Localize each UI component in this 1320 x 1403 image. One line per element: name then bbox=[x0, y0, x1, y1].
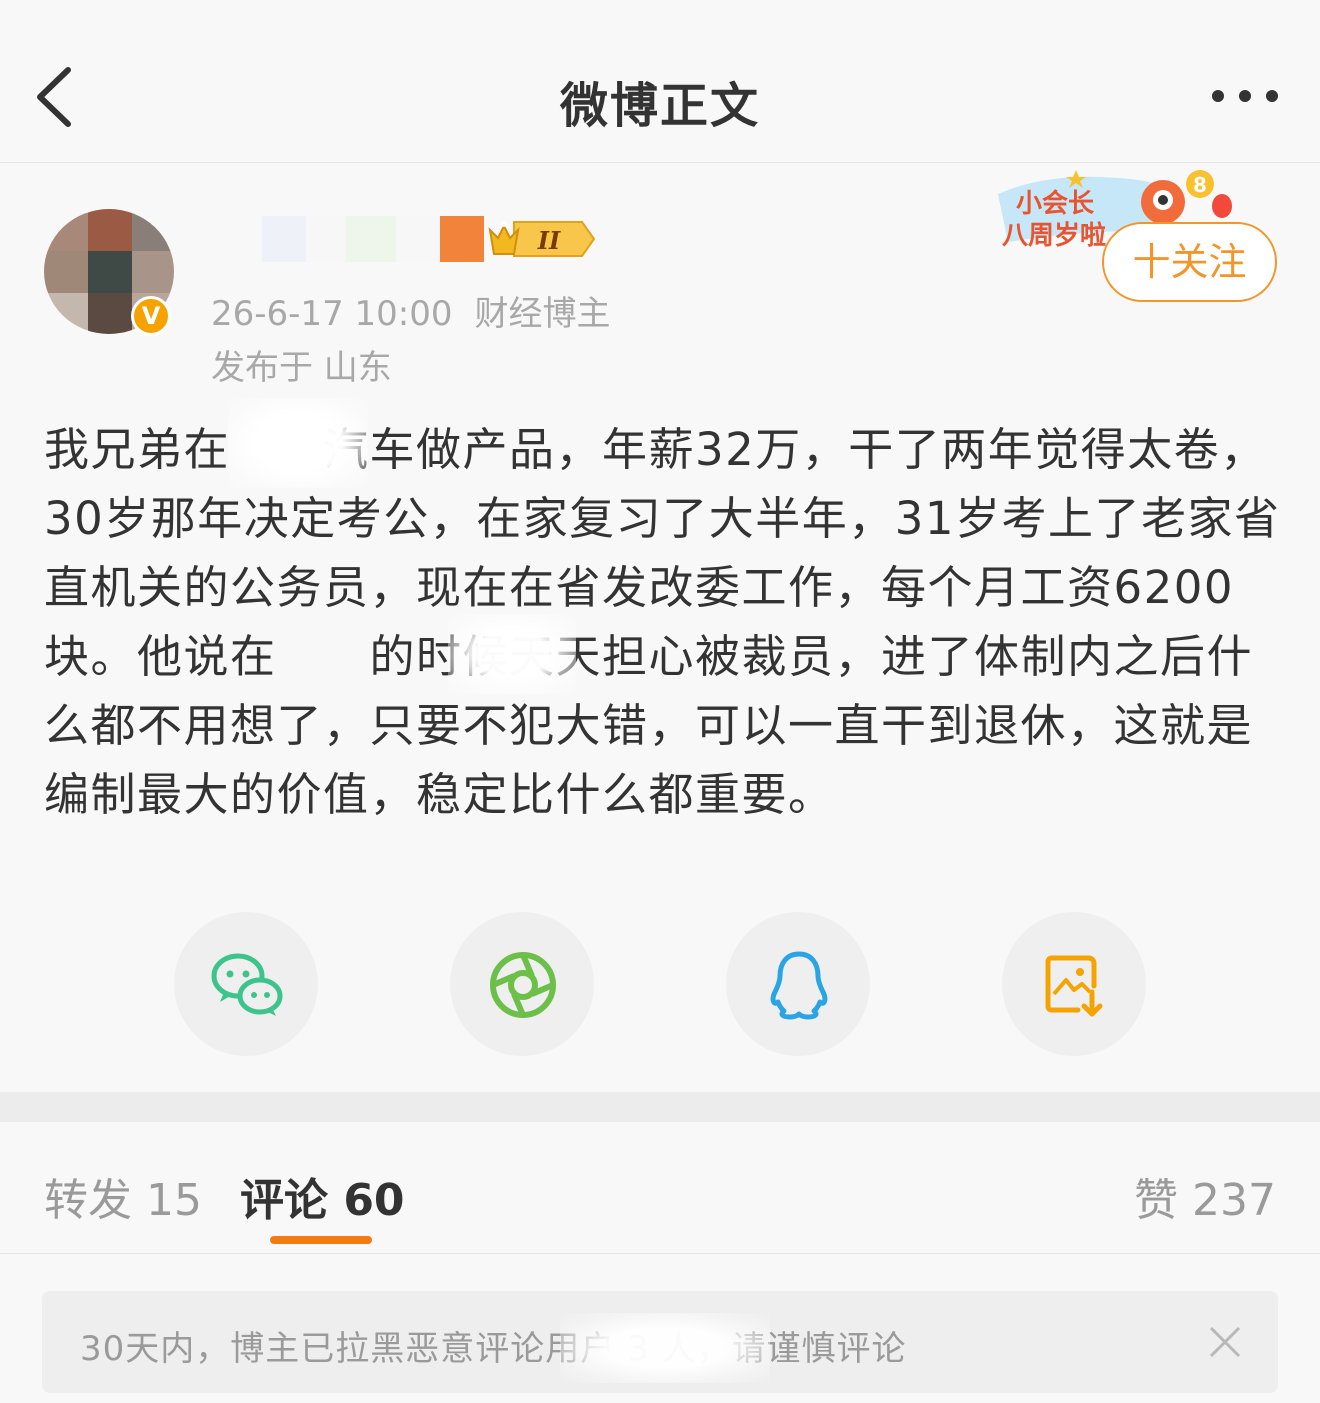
username-blur bbox=[440, 216, 484, 262]
share-row bbox=[0, 912, 1320, 1057]
save-image-icon bbox=[1045, 955, 1103, 1017]
username-blur bbox=[396, 216, 440, 262]
more-button[interactable] bbox=[1210, 84, 1280, 108]
anniversary-line2: 八周岁啦 bbox=[1002, 220, 1106, 251]
redaction-mask bbox=[560, 1313, 770, 1383]
more-dots-icon bbox=[1212, 90, 1278, 102]
username-blur bbox=[262, 216, 306, 262]
notice-text: 30天内，博主已拉黑恶意评论用户 3 人，请谨慎评论 bbox=[80, 1329, 907, 1369]
active-tab-indicator bbox=[270, 1236, 372, 1244]
share-wechat-button[interactable] bbox=[174, 912, 318, 1056]
verified-badge: V bbox=[131, 296, 171, 336]
qq-icon bbox=[770, 951, 828, 1020]
section-divider bbox=[0, 1092, 1320, 1122]
post-tabs: 转发 15 评论 60 赞 237 bbox=[0, 1122, 1320, 1254]
page-title: 微博正文 bbox=[559, 78, 760, 134]
username-blur bbox=[306, 216, 346, 262]
rank-level-text: II bbox=[537, 226, 561, 255]
username-row[interactable]: II bbox=[262, 215, 596, 263]
save-image-button[interactable] bbox=[1002, 912, 1146, 1056]
tab-like[interactable]: 赞 237 bbox=[1134, 1164, 1276, 1228]
anniversary-number: 8 bbox=[1193, 173, 1207, 197]
username-blur bbox=[346, 216, 396, 262]
moments-icon bbox=[490, 952, 556, 1018]
redaction-mask bbox=[228, 398, 368, 488]
tab-repost[interactable]: 转发 15 bbox=[44, 1164, 202, 1228]
anniversary-line1: 小会长 bbox=[1016, 189, 1095, 219]
crown-rank-icon: II bbox=[488, 221, 596, 257]
share-qq-button[interactable] bbox=[726, 912, 870, 1056]
close-icon[interactable] bbox=[1208, 1325, 1242, 1359]
tab-comment[interactable]: 评论 60 bbox=[240, 1164, 405, 1228]
follow-button[interactable]: 十关注 bbox=[1102, 222, 1277, 302]
post-meta: 26-6-17 10:00 财经博主 bbox=[211, 286, 611, 335]
comment-notice: 30天内，博主已拉黑恶意评论用户 3 人，请谨慎评论 bbox=[42, 1291, 1278, 1393]
share-moments-button[interactable] bbox=[450, 912, 594, 1056]
author-category: 财经博主 bbox=[474, 294, 611, 334]
post-time: 26-6-17 10:00 bbox=[211, 294, 453, 334]
wechat-icon bbox=[211, 953, 283, 1016]
post-location: 发布于 山东 bbox=[211, 348, 392, 388]
redaction-mask bbox=[448, 614, 576, 694]
top-navbar: 微博正文 bbox=[0, 0, 1320, 163]
